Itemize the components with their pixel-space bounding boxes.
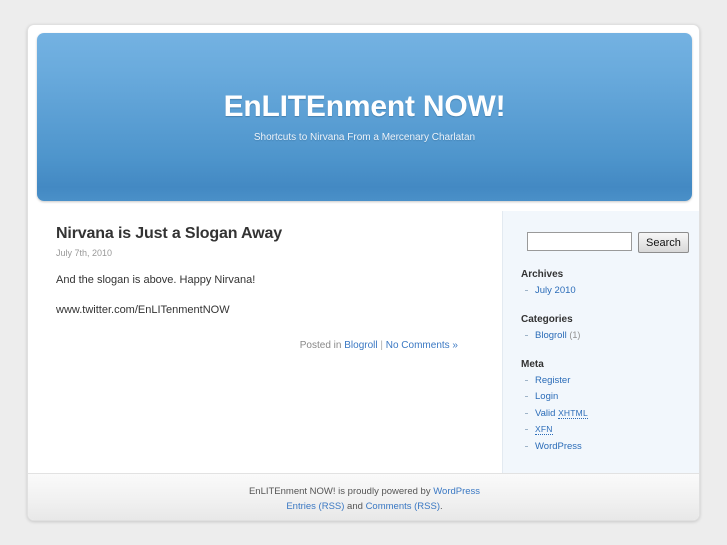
list-item: XFN — [521, 424, 696, 436]
widget-archives-list: July 2010 — [521, 285, 696, 296]
list-item: Valid XHTML — [521, 407, 696, 419]
meta-link-register[interactable]: Register — [535, 375, 570, 386]
widget-archives-title: Archives — [521, 269, 564, 280]
widget-archives: Archives July 2010 — [521, 269, 696, 296]
main-area: Nirvana is Just a Slogan Away July 7th, … — [28, 211, 699, 503]
xfn-abbreviation: XFN — [535, 424, 553, 436]
list-item: Blogroll (1) — [521, 330, 696, 341]
archive-link-july-2010[interactable]: July 2010 — [535, 285, 576, 296]
footer-suffix: . — [440, 500, 443, 512]
meta-valid-label: Valid — [535, 407, 556, 419]
site-tagline: Shortcuts to Nirvana From a Mercenary Ch… — [253, 132, 476, 144]
post-article: Nirvana is Just a Slogan Away July 7th, … — [56, 211, 486, 351]
category-link-blogroll[interactable]: Blogroll — [535, 330, 567, 341]
footer-prefix: EnLITEnment NOW! is proudly powered by — [248, 486, 434, 497]
list-item: Register — [521, 375, 696, 386]
meta-link-login[interactable]: Login — [535, 391, 558, 402]
site-header: EnLITEnment NOW! Shortcuts to Nirvana Fr… — [37, 33, 692, 201]
footer-mid: and — [344, 500, 366, 512]
post-body: And the slogan is above. Happy Nirvana! … — [56, 258, 486, 318]
list-item: Login — [521, 392, 696, 402]
list-item: WordPress — [521, 441, 696, 452]
footer-entries-rss-link[interactable]: Entries (RSS) — [286, 501, 344, 512]
post-paragraph-2: www.twitter.com/EnLITenmentNOW — [56, 303, 230, 316]
widget-categories: Categories Blogroll (1) — [521, 314, 696, 341]
category-count: (1) — [569, 330, 581, 340]
widget-categories-list: Blogroll (1) — [521, 330, 696, 341]
list-item: July 2010 — [521, 285, 696, 296]
search-input[interactable] — [527, 232, 632, 251]
site-title[interactable]: EnLITEnment NOW! — [37, 33, 692, 123]
post-date: July 7th, 2010 — [56, 248, 113, 258]
meta-link-xfn[interactable]: XFN — [535, 424, 553, 436]
post-meta-prefix: Posted in — [299, 339, 345, 351]
meta-link-wordpress[interactable]: WordPress — [535, 441, 582, 452]
search-button[interactable]: Search — [638, 232, 689, 253]
search-form: Search — [527, 232, 689, 253]
post-meta-separator: | — [377, 339, 386, 351]
site-header-inner: EnLITEnment NOW! Shortcuts to Nirvana Fr… — [37, 33, 692, 143]
widget-meta-title: Meta — [521, 359, 544, 370]
page-container: EnLITEnment NOW! Shortcuts to Nirvana Fr… — [27, 24, 700, 521]
widget-categories-title: Categories — [521, 314, 573, 325]
widget-meta: Meta Register Login Valid XHTML XFN Word… — [521, 359, 696, 452]
xhtml-abbreviation: XHTML — [558, 407, 588, 419]
meta-link-valid-xhtml[interactable]: Valid XHTML — [535, 407, 588, 419]
site-footer: EnLITEnment NOW! is proudly powered by W… — [28, 473, 699, 520]
post-category-link[interactable]: Blogroll — [344, 340, 377, 351]
sidebar: Search Archives July 2010 Categories Blo… — [502, 211, 699, 491]
post-meta: Posted in Blogroll | No Comments » — [56, 318, 486, 351]
footer-text: EnLITEnment NOW! is proudly powered by W… — [28, 474, 699, 514]
post-comments-link[interactable]: No Comments » — [386, 340, 458, 351]
footer-comments-rss-link[interactable]: Comments (RSS) — [366, 501, 440, 512]
footer-wordpress-link[interactable]: WordPress — [433, 486, 480, 497]
widget-meta-list: Register Login Valid XHTML XFN WordPress — [521, 375, 696, 452]
content-column: Nirvana is Just a Slogan Away July 7th, … — [56, 211, 486, 351]
post-paragraph-1: And the slogan is above. Happy Nirvana! — [56, 274, 256, 286]
post-title[interactable]: Nirvana is Just a Slogan Away — [56, 211, 486, 243]
